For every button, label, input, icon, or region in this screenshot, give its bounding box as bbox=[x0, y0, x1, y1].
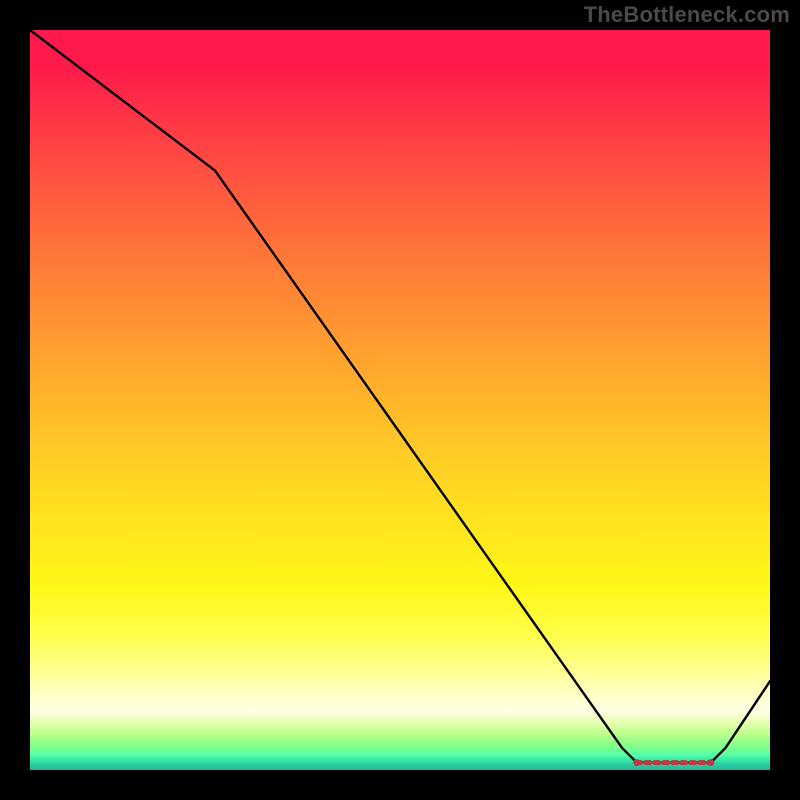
chart-svg bbox=[30, 30, 770, 770]
optimal-range-endpoint bbox=[633, 759, 640, 766]
bottleneck-curve-line bbox=[30, 30, 770, 763]
plot-area bbox=[30, 30, 770, 770]
line-series bbox=[30, 30, 770, 763]
optimal-range-markers bbox=[633, 759, 714, 766]
watermark-text: TheBottleneck.com bbox=[584, 2, 790, 28]
chart-stage: TheBottleneck.com bbox=[0, 0, 800, 800]
optimal-range-endpoint bbox=[707, 759, 714, 766]
